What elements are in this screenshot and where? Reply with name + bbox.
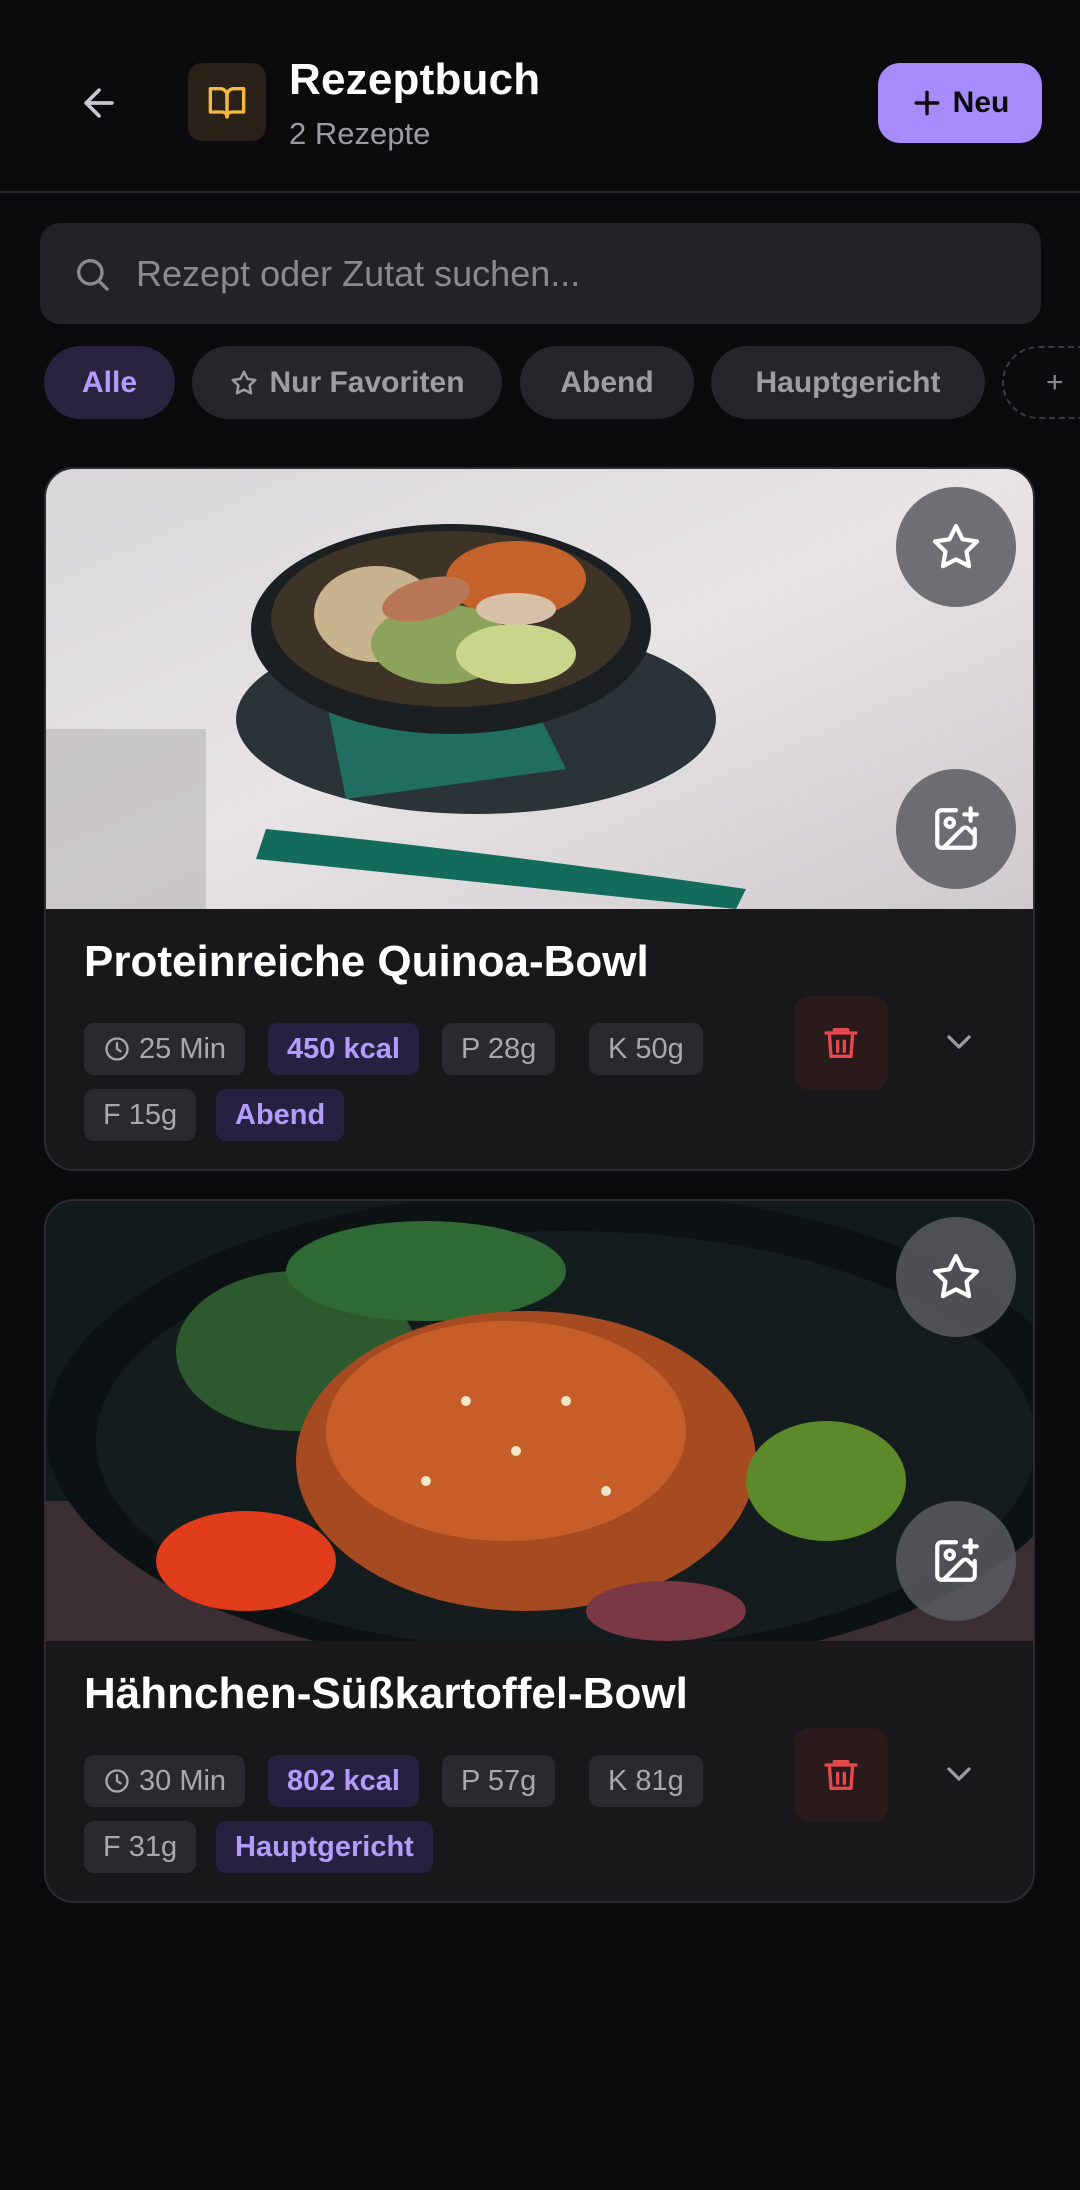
change-image-button[interactable] (896, 1501, 1016, 1621)
book-open-icon (208, 87, 246, 119)
star-icon (231, 370, 257, 394)
filter-chips: Alle Nur Favoriten Abend Hauptgericht + (0, 346, 1080, 421)
fat-badge: F 15g (84, 1089, 197, 1141)
filter-chip-label: Abend (560, 365, 654, 399)
time-value: 25 Min (139, 1032, 227, 1065)
favorite-button[interactable] (896, 487, 1016, 607)
recipe-title: Hähnchen-Süßkartoffel-Bowl (84, 1669, 688, 1718)
book-icon-container (188, 63, 266, 141)
filter-chip-favorites[interactable]: Nur Favoriten (192, 346, 502, 419)
time-value: 30 Min (139, 1764, 227, 1797)
clock-icon (105, 1037, 129, 1061)
carbs-badge: K 50g (589, 1023, 703, 1075)
recipe-photo (46, 1201, 1033, 1641)
filter-chip-abend[interactable]: Abend (520, 346, 694, 419)
filter-chip-hauptgericht[interactable]: Hauptgericht (711, 346, 985, 419)
search-input[interactable] (136, 252, 996, 295)
add-filter-label: + (1046, 365, 1064, 399)
image-plus-icon (935, 1538, 979, 1582)
filter-chip-label: Hauptgericht (755, 365, 941, 399)
recipe-title: Proteinreiche Quinoa-Bowl (84, 937, 649, 986)
carbs-badge: K 81g (589, 1755, 703, 1807)
new-recipe-button[interactable]: Neu (878, 63, 1042, 143)
fat-badge: F 31g (84, 1821, 197, 1873)
chevron-down-icon (947, 1035, 971, 1049)
recipe-card[interactable]: Hähnchen-Süßkartoffel-Bowl 30 Min 802 kc… (44, 1199, 1035, 1903)
favorite-button[interactable] (896, 1217, 1016, 1337)
plus-icon (914, 90, 940, 116)
expand-button[interactable] (926, 1741, 992, 1807)
expand-button[interactable] (926, 1009, 992, 1075)
star-icon (932, 523, 980, 569)
app-header: Rezeptbuch 2 Rezepte Neu (0, 0, 1080, 193)
star-icon (932, 1253, 980, 1299)
filter-chip-label: Alle (81, 365, 138, 399)
back-button[interactable] (66, 70, 132, 136)
new-recipe-label: Neu (952, 86, 1010, 119)
recipe-count: 2 Rezepte (289, 116, 431, 151)
page-title: Rezeptbuch (289, 55, 541, 104)
clock-icon (105, 1769, 129, 1793)
trash-icon (824, 1028, 858, 1058)
protein-badge: P 57g (442, 1755, 556, 1807)
time-badge: 25 Min (84, 1023, 246, 1075)
filter-chip-label: Nur Favoriten (269, 365, 465, 399)
change-image-button[interactable] (896, 769, 1016, 889)
protein-badge: P 28g (442, 1023, 556, 1075)
category-badge: Abend (216, 1089, 345, 1141)
time-badge: 30 Min (84, 1755, 246, 1807)
trash-icon (824, 1760, 858, 1790)
search-bar (40, 223, 1041, 324)
category-badge: Hauptgericht (216, 1821, 433, 1873)
kcal-badge: 802 kcal (268, 1755, 419, 1807)
arrow-left-icon (84, 88, 114, 118)
delete-button[interactable] (794, 996, 888, 1090)
add-filter-chip[interactable]: + (1002, 346, 1080, 419)
recipe-card[interactable]: Proteinreiche Quinoa-Bowl 25 Min 450 kca… (44, 467, 1035, 1171)
search-icon (70, 252, 114, 296)
filter-chip-all[interactable]: Alle (44, 346, 175, 419)
kcal-badge: 450 kcal (268, 1023, 419, 1075)
image-plus-icon (935, 806, 979, 850)
chevron-down-icon (947, 1767, 971, 1781)
recipe-photo (46, 469, 1033, 909)
delete-button[interactable] (794, 1728, 888, 1822)
